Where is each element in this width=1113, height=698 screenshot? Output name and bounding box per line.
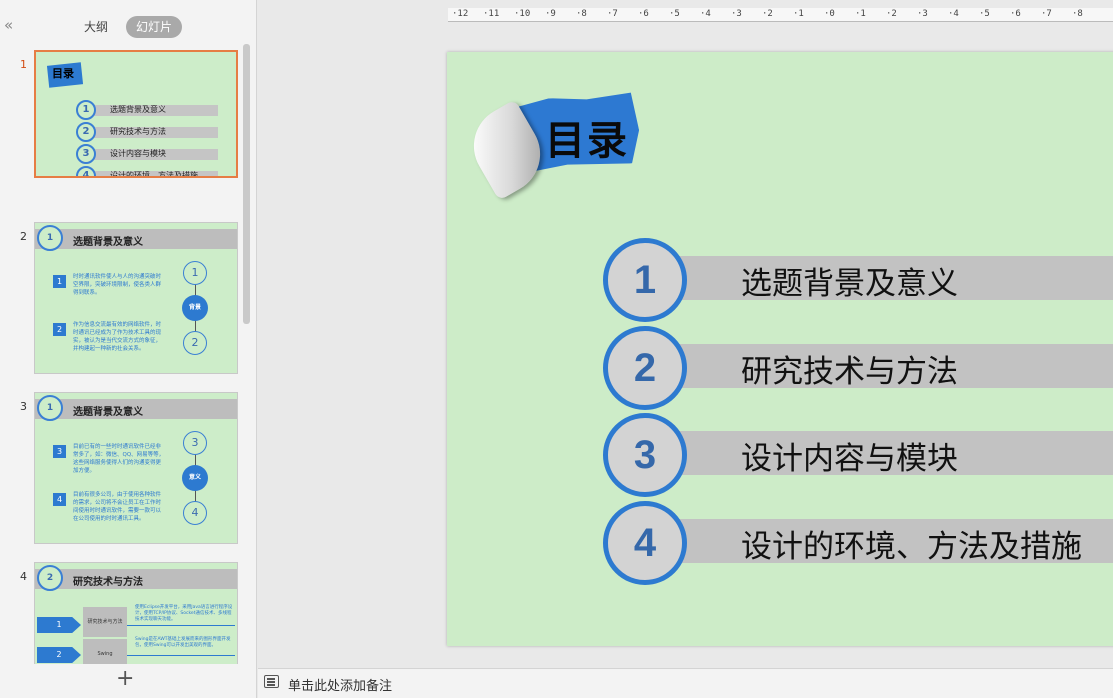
slide-thumbnail-3[interactable]: 1 选题背景及意义 3 目前已有的一些时时通讯软件已经非常多了，如：微信、QQ、…	[34, 392, 238, 544]
toc-item-text: 研究技术与方法	[741, 354, 958, 390]
thumbnail-number: 4	[20, 570, 27, 583]
thumbnail-title: 研究技术与方法	[73, 577, 143, 588]
toc-item[interactable]: 1 选题背景及意义	[603, 238, 1113, 324]
toc-item-text: 选题背景及意义	[741, 266, 958, 302]
thumbnail-number: 3	[20, 400, 27, 413]
ruler-label: ·10	[514, 9, 531, 19]
thumbnail-row-text: 使用Eclipse开发平台，采用Java语言进行程序设计，使用TCP/IP协议、…	[135, 605, 233, 622]
thumbnail-title: 选题背景及意义	[73, 237, 143, 248]
block-text: 作为信息交流最有效的网络软件，时时通讯已经成为了作为技术工具的现实，被认为是当代…	[73, 322, 162, 352]
toc-number: 2	[633, 346, 657, 390]
notes-bar[interactable]: 单击此处添加备注	[258, 668, 1113, 698]
section-badge: 1	[37, 225, 63, 251]
slide-thumbnail-1[interactable]: 目录 1 选题背景及意义 2 研究技术与方法 3 设计内容与模块 4 设计的环境…	[34, 50, 238, 178]
thumbnail-toc-item: 3 设计内容与模块	[76, 144, 221, 164]
connector-line	[127, 625, 235, 626]
section-badge: 1	[37, 395, 63, 421]
thumbnail-item-text: 选题背景及意义	[110, 105, 166, 114]
slide-thumbnail-2[interactable]: 1 选题背景及意义 1 时时通讯软件使人与人的沟通突破时空界限，突破环境限制，使…	[34, 222, 238, 374]
toc-item[interactable]: 2 研究技术与方法	[603, 326, 1113, 412]
toc-item-text: 设计内容与模块	[741, 441, 958, 477]
toc-item[interactable]: 3 设计内容与模块	[603, 413, 1113, 499]
arrow-label: 2	[37, 647, 81, 663]
toc-number: 1	[633, 258, 657, 302]
thumbnail-toc-item: 1 选题背景及意义	[76, 100, 221, 120]
notes-icon	[264, 675, 279, 688]
block-number: 2	[53, 323, 66, 336]
thumbnail-toc-item: 4 设计的环境、方法及措施	[76, 166, 221, 178]
timeline-ring: 4	[183, 501, 207, 525]
ruler-label: ·12	[452, 9, 469, 19]
ruler-label: ·2	[762, 9, 773, 19]
timeline-ring: 2	[183, 331, 207, 355]
tab-outline[interactable]: 大纲	[74, 16, 118, 38]
block-number: 3	[53, 445, 66, 458]
connector-line	[127, 655, 235, 656]
toc-number: 4	[633, 521, 657, 565]
ruler-label: ·1	[793, 9, 804, 19]
ruler-label: ·5	[979, 9, 990, 19]
toc-logo: 目录	[459, 92, 631, 201]
number-circle: 1	[76, 100, 96, 120]
ruler-label: ·8	[576, 9, 587, 19]
thumbnail-block: 研究技术与方法	[83, 607, 127, 637]
ruler-label: ·6	[638, 9, 649, 19]
collapse-panel-icon[interactable]: «	[4, 15, 13, 35]
view-tabs: 大纲 幻灯片	[74, 16, 183, 38]
block-text: 时时通讯软件使人与人的沟通突破时空界限，突破环境限制，使各类人群得到联系。	[73, 274, 162, 296]
timeline-ring: 1	[183, 261, 207, 285]
thumbnail-row-text: Swing是在AWT基础上发展而来的图形界面开发包，使用Swing可以开发出美观…	[135, 637, 231, 648]
block-number: 1	[53, 275, 66, 288]
block-text: 目前有很多公司，由于使用各种软件的需求，公司将不会让员工在工作时间使用时时通讯软…	[73, 492, 162, 522]
section-badge: 2	[37, 565, 63, 591]
timeline-dot: 背景	[182, 295, 208, 321]
timeline-dot: 意义	[182, 465, 208, 491]
thumbnail-scrollbar[interactable]	[243, 44, 250, 324]
ruler-label: ·1	[855, 9, 866, 19]
block-text: 目前已有的一些时时通讯软件已经非常多了，如：微信、QQ、网易等等，这些网络服务使…	[73, 444, 165, 474]
arrow-label: 1	[37, 617, 81, 633]
slide-panel: « 大纲 幻灯片 1 目录 1 选题背景及意义 2 研究技术与方法 3 设计内容…	[0, 0, 257, 698]
number-circle: 3	[76, 144, 96, 164]
thumbnail-block: Swing	[83, 639, 127, 664]
toc-logo-text: 目录	[545, 118, 629, 164]
ruler-label: ·7	[1041, 9, 1052, 19]
thumbnail-item-text: 研究技术与方法	[110, 127, 166, 136]
thumbnail-number: 1	[20, 58, 27, 71]
ruler-labels: ·12 ·11 ·10 ·9 ·8 ·7 ·6 ·5 ·4 ·3 ·2 ·1 ·0 ·1 ·2 ·3 ·4 ·5 ·…	[448, 8, 1113, 21]
thumbnail-list: 1 目录 1 选题背景及意义 2 研究技术与方法 3 设计内容与模块 4 设计的…	[0, 44, 244, 664]
toc-item-text: 设计的环境、方法及措施	[741, 529, 1082, 565]
ruler-label: ·5	[669, 9, 680, 19]
thumbnail-item-text: 设计的环境、方法及措施	[110, 171, 198, 178]
notes-placeholder[interactable]: 单击此处添加备注	[288, 675, 392, 694]
ruler-label: ·4	[948, 9, 959, 19]
thumbnail-logo-text: 目录	[52, 67, 74, 80]
thumbnail-item-text: 设计内容与模块	[110, 149, 166, 158]
ruler-label: ·7	[607, 9, 618, 19]
slide-thumbnail-4[interactable]: 2 研究技术与方法 研究技术与方法 1 使用Eclipse开发平台，采用Java…	[34, 562, 238, 664]
timeline-ring: 3	[183, 431, 207, 455]
tab-slides[interactable]: 幻灯片	[126, 16, 183, 38]
ruler-label: ·4	[700, 9, 711, 19]
ruler-label: ·3	[731, 9, 742, 19]
thumbnail-number: 2	[20, 230, 27, 243]
toc-item[interactable]: 4 设计的环境、方法及措施	[603, 501, 1113, 587]
ruler-label: ·0	[824, 9, 835, 19]
horizontal-ruler: ·12 ·11 ·10 ·9 ·8 ·7 ·6 ·5 ·4 ·3 ·2 ·1 ·0 ·1 ·2 ·3 ·4 ·5 ·…	[448, 8, 1113, 22]
ruler-label: ·9	[545, 9, 556, 19]
ruler-label: ·11	[483, 9, 500, 19]
thumbnail-title: 选题背景及意义	[73, 407, 143, 418]
slide-canvas[interactable]: 目录 1 选题背景及意义 2 研究技术与方法 3 设计内容与模块 4 设计的环境…	[447, 52, 1113, 646]
block-number: 4	[53, 493, 66, 506]
ruler-label: ·8	[1072, 9, 1083, 19]
toc-number: 3	[633, 433, 657, 477]
number-circle: 2	[76, 122, 96, 142]
thumbnail-toc-item: 2 研究技术与方法	[76, 122, 221, 142]
number-circle: 4	[76, 166, 96, 176]
ruler-label: ·2	[886, 9, 897, 19]
ruler-label: ·3	[917, 9, 928, 19]
add-slide-button[interactable]: +	[116, 666, 134, 692]
ruler-label: ·6	[1010, 9, 1021, 19]
